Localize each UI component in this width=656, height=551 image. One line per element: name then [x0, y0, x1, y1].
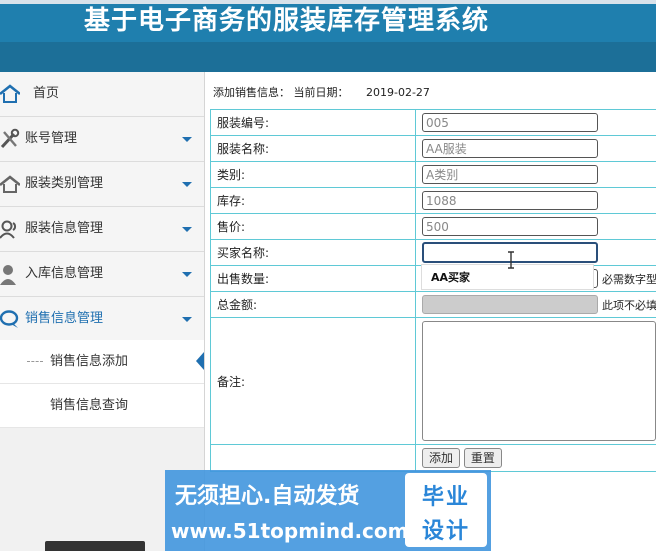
sidebar-item-label: 服装类别管理 [25, 176, 104, 191]
page-heading: 添加销售信息： [213, 86, 290, 99]
empty-cell [210, 444, 416, 472]
submenu-item-label: 销售信息查询 [50, 398, 129, 413]
field-label: 备注: [210, 317, 416, 445]
home-icon [0, 84, 20, 103]
form-row: 服装名称: [210, 135, 656, 162]
sidebar-item-categories[interactable]: 服装类别管理 [0, 162, 204, 207]
form-row: 库存: [210, 187, 656, 214]
sales-form: 服装编号: 服装名称: 类别: 库存: 售价: 买家名称: 出售数量: 必需数字… [210, 109, 656, 472]
field-label: 服装名称: [210, 135, 416, 162]
tree-dash [27, 361, 43, 362]
sidebar-item-label: 入库信息管理 [25, 266, 104, 281]
home-icon [0, 175, 20, 193]
chevron-down-icon [182, 227, 192, 232]
form-row: 类别: [210, 161, 656, 188]
category-field[interactable] [422, 165, 598, 184]
field-label: 类别: [210, 161, 416, 188]
chevron-down-icon [182, 272, 192, 277]
form-row: 备注: [210, 317, 656, 445]
sidebar-item-label: 账号管理 [25, 131, 78, 146]
watermark-logo-top: 毕业 [421, 485, 470, 510]
sidebar-item-stock-in[interactable]: 入库信息管理 [0, 252, 204, 297]
reset-button[interactable]: 重置 [463, 448, 502, 468]
price-field[interactable] [422, 217, 598, 236]
field-label: 出售数量: [210, 265, 416, 292]
field-label: 售价: [210, 213, 416, 240]
sidebar-footer-strip [45, 541, 145, 551]
autocomplete-option[interactable]: AA买家 [431, 269, 470, 285]
sidebar-item-clothing[interactable]: 服装信息管理 [0, 207, 204, 252]
watermark-logo: 毕业 设计 [405, 473, 487, 547]
remark-textarea[interactable] [422, 321, 656, 441]
page-info: 添加销售信息： 当前日期： 2019-02-27 [213, 84, 430, 100]
watermark-line1: 无须担心.自动发货 [175, 484, 360, 509]
form-row: 服装编号: [210, 109, 656, 136]
sales-submenu: 销售信息添加 销售信息查询 [0, 340, 204, 428]
tools-icon [0, 128, 20, 149]
app-title: 基于电子商务的服装库存管理系统 [84, 6, 490, 36]
submenu-item-label: 销售信息添加 [50, 354, 129, 369]
form-row: 售价: [210, 213, 656, 240]
sidebar-item-sales[interactable]: 销售信息管理 [0, 297, 204, 342]
sidebar-item-label: 服装信息管理 [25, 221, 104, 236]
chat-icon [0, 310, 19, 328]
header-band [0, 42, 656, 72]
clothing-code-field[interactable] [422, 113, 598, 132]
watermark-banner: 无须担心.自动发货 www.51topmind.com 毕业 设计 [165, 470, 491, 551]
form-button-row: 添加 重置 [210, 444, 656, 472]
field-label: 买家名称: [210, 239, 416, 266]
watermark-logo-bottom: 设计 [421, 519, 470, 544]
current-date: 2019-02-27 [366, 86, 430, 99]
add-button[interactable]: 添加 [422, 448, 461, 468]
chevron-down-icon [182, 317, 192, 322]
user-icon [0, 265, 16, 285]
submenu-item-query-sale[interactable]: 销售信息查询 [0, 384, 204, 428]
clothing-name-field[interactable] [422, 139, 598, 158]
sidebar-item-home[interactable]: 首页 [0, 72, 204, 117]
form-row: 买家名称: [210, 239, 656, 266]
sidebar-item-label: 销售信息管理 [25, 311, 104, 326]
submenu-item-add-sale[interactable]: 销售信息添加 [0, 340, 204, 384]
chevron-down-icon [182, 137, 192, 142]
stock-field[interactable] [422, 191, 598, 210]
quantity-hint: 必需数字型 [602, 272, 656, 286]
field-label: 库存: [210, 187, 416, 214]
field-label: 总金额: [210, 291, 416, 318]
app-header: 基于电子商务的服装库存管理系统 [0, 0, 656, 72]
sidebar-item-label: 首页 [33, 86, 60, 101]
form-row: 总金额: 此项不必填 [210, 291, 656, 318]
text-cursor-icon [508, 251, 514, 269]
watermark-url: www.51topmind.com [171, 519, 409, 543]
users-icon [0, 220, 17, 239]
chevron-down-icon [182, 182, 192, 187]
date-label: 当前日期： [293, 86, 349, 99]
sidebar-item-accounts[interactable]: 账号管理 [0, 117, 204, 162]
field-label: 服装编号: [210, 109, 416, 136]
total-amount-field[interactable] [422, 295, 598, 314]
total-hint: 此项不必填 [602, 298, 656, 312]
